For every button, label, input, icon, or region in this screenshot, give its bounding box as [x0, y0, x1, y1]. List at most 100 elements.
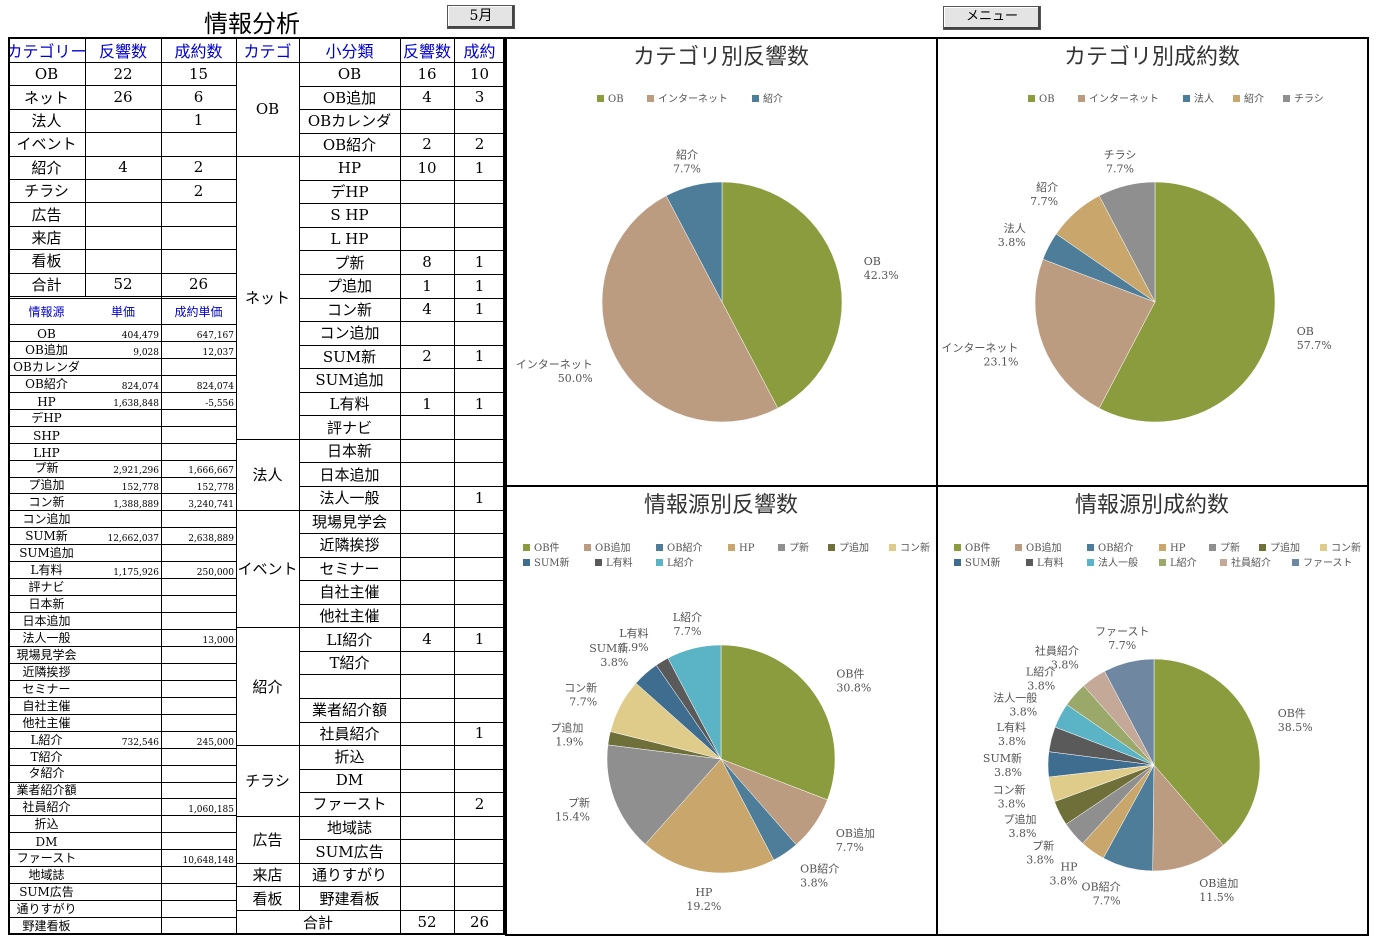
- slice-label-name: OB追加: [1199, 876, 1238, 890]
- price-row-name: 他社主催: [22, 715, 71, 730]
- sub-row-response: 8: [422, 253, 432, 272]
- sub-row-contract: 10: [469, 64, 490, 83]
- slice-label-pct: 15.4%: [555, 810, 590, 823]
- legend-swatch: [1220, 559, 1227, 566]
- slice-label-name: 紹介: [1036, 181, 1058, 194]
- grid-line: [236, 509, 299, 511]
- legend-label: OB追加: [1026, 541, 1062, 554]
- legend-label: 紹介: [1244, 92, 1264, 105]
- price-row-name: OBカレンダ: [13, 359, 80, 374]
- cat-row-contract: [161, 202, 236, 225]
- sub-row-name: 日本新: [326, 442, 372, 461]
- price-row-unit: 1,175,926: [113, 568, 159, 579]
- price-row-name: HP: [37, 394, 56, 409]
- legend-swatch: [1028, 95, 1035, 102]
- sub-row-name: 社員紹介: [319, 724, 380, 743]
- grid-line: [299, 37, 300, 910]
- price-row-contract-unit: 3,240,741: [188, 500, 234, 511]
- grid-line: [236, 862, 299, 864]
- price-row-contract-unit: [161, 510, 236, 527]
- grid-line: [8, 374, 236, 376]
- slice-label-pct: 7.7%: [1030, 195, 1058, 208]
- grid-line: [299, 674, 505, 676]
- sub-row-contract: [454, 745, 505, 769]
- grid-line: [8, 225, 236, 227]
- grid-line: [8, 764, 236, 766]
- grid-line: [8, 459, 236, 461]
- chart-panel-category-response: カテゴリ別反響数 OB インターネット 紹介 OB 42.3% インターネット 50.0% 紹介…: [505, 37, 938, 487]
- price-row-unit: [85, 612, 161, 629]
- price-row-contract-unit: [161, 544, 236, 561]
- slice-label-pct: 7.7%: [673, 162, 701, 175]
- slice-label-pct: 7.7%: [569, 696, 597, 709]
- slice-label-name: プ新: [1032, 838, 1054, 852]
- legend-label: プ新: [789, 541, 809, 554]
- grid-line: [299, 226, 505, 228]
- slice-label-pct: 3.8%: [1009, 827, 1037, 840]
- grid-line: [299, 156, 505, 158]
- sub-row-name: LI紹介: [326, 630, 373, 649]
- price-row-name: DM: [35, 835, 58, 850]
- price-row-contract-unit: [161, 409, 236, 426]
- sub-row-name: 業者紹介額: [311, 701, 387, 720]
- slice-label-name: コン新: [564, 681, 597, 695]
- legend-label: 法人: [1194, 92, 1214, 105]
- sub-row-response: [400, 203, 454, 227]
- chart-panel-source-contract: 情報源別成約数 OB件 OB追加 OB紹介 HP プ新 プ追加 コン新 SUM新 L有料 法人一般 L…: [936, 485, 1369, 936]
- slice-label-pct: 42.3%: [864, 269, 899, 282]
- grid-line: [299, 415, 505, 417]
- month-selector[interactable]: 5月: [447, 5, 515, 29]
- slice-label-name: OB追加: [836, 826, 875, 840]
- legend-swatch: [523, 544, 530, 551]
- price-row-contract-unit: [161, 663, 236, 680]
- sub-row-response: [400, 227, 454, 251]
- price-row-name: T紹介: [30, 749, 63, 764]
- legend-item: 法人一般: [1087, 556, 1138, 569]
- grid-line: [299, 556, 505, 558]
- price-row-name: L有料: [30, 563, 63, 578]
- legend-item: プ追加: [828, 541, 869, 554]
- legend-item: 紹介: [1233, 92, 1264, 105]
- legend-item: OB紹介: [1087, 541, 1134, 554]
- price-row-unit: [85, 765, 161, 782]
- legend-item: 法人: [1183, 92, 1214, 105]
- slice-label-pct: 11.5%: [1199, 891, 1234, 904]
- price-row-unit: [85, 646, 161, 663]
- price-row-name: コン追加: [22, 512, 71, 527]
- sub-row-contract: 1: [474, 158, 485, 177]
- price-row-name: OB紹介: [25, 376, 68, 391]
- price-row-name: タ紹介: [28, 766, 65, 781]
- slice-label-pct: 3.8%: [994, 766, 1022, 779]
- slice-label-name: OB: [864, 255, 881, 268]
- cat-row-contract: 15: [188, 64, 209, 83]
- price-row-unit: [85, 883, 161, 900]
- cat-row-response: [85, 109, 161, 132]
- price-row-name: 評ナビ: [28, 580, 65, 595]
- grid-line: [8, 781, 236, 783]
- legend-item: HP: [728, 543, 755, 554]
- grid-line: [8, 866, 236, 868]
- grid-line: [8, 798, 236, 800]
- price-row-unit: 9,028: [133, 347, 159, 358]
- sub-total-response: 52: [417, 913, 437, 931]
- cat-row-name: 広告: [31, 205, 62, 224]
- menu-button[interactable]: メニュー: [943, 6, 1041, 30]
- cat-row-name: 紹介: [31, 158, 62, 177]
- price-row-name: 自社主催: [22, 698, 71, 713]
- legend-item: SUM新: [523, 556, 570, 569]
- slice-label-name: 紹介: [676, 148, 698, 161]
- grid-line: [299, 274, 505, 275]
- slice-label-name: OB紹介: [1082, 881, 1121, 894]
- price-row-unit: 2,921,296: [113, 466, 159, 477]
- grid-line: [299, 533, 505, 535]
- price-row-name: 社員紹介: [22, 800, 71, 815]
- grid-line: [8, 155, 236, 157]
- slice-label-pct: 3.8%: [1051, 658, 1079, 671]
- cat-row-response: 52: [113, 275, 133, 294]
- price-row-contract-unit: 647,167: [196, 330, 234, 341]
- slice-label-pct: 3.8%: [1009, 705, 1037, 718]
- sub-row-name: プ新: [334, 253, 365, 272]
- legend-label: OB件: [965, 542, 991, 554]
- cat-row-name: 来店: [31, 228, 62, 247]
- price-row-contract-unit: [161, 358, 236, 375]
